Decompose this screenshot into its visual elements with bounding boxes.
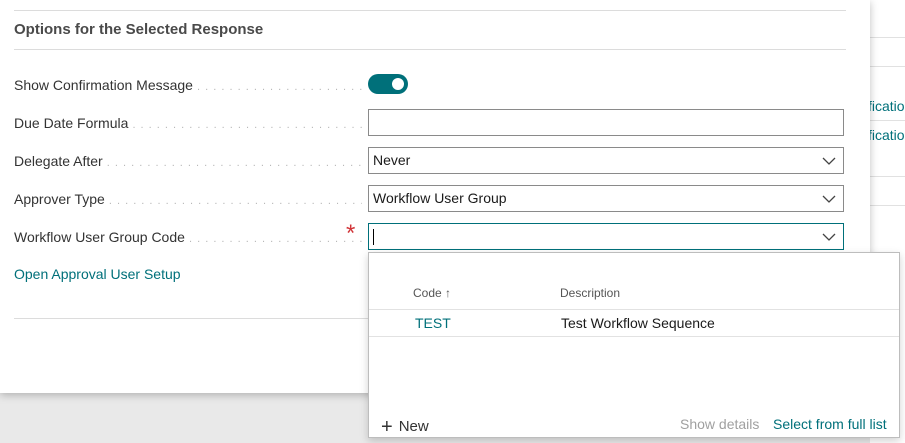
background-divider [870, 205, 905, 206]
lookup-dropdown: Code ↑ Description TEST Test Workflow Se… [368, 252, 900, 438]
toggle-knob [392, 78, 404, 90]
approver-type-select[interactable]: Workflow User Group [368, 185, 844, 212]
divider [14, 49, 846, 50]
new-button[interactable]: + New [381, 416, 429, 439]
required-asterisk: * [346, 220, 356, 247]
show-confirmation-label: Show Confirmation Message [14, 77, 362, 97]
row-description: Test Workflow Sequence [561, 315, 715, 331]
delegate-after-label: Delegate After [14, 153, 362, 173]
open-approval-user-setup-link[interactable]: Open Approval User Setup [14, 266, 181, 282]
select-from-full-list-button[interactable]: Select from full list [773, 416, 887, 432]
background-divider [870, 176, 905, 177]
plus-icon: + [381, 416, 393, 438]
chevron-down-icon[interactable] [821, 229, 837, 245]
due-date-formula-input[interactable] [368, 109, 844, 136]
background-link[interactable]: fication [868, 98, 905, 114]
divider [14, 10, 846, 11]
text-caret [373, 229, 374, 245]
due-date-formula-label: Due Date Formula [14, 115, 362, 135]
row-separator [369, 336, 899, 337]
row-separator [369, 309, 899, 310]
workflow-user-group-code-input[interactable] [368, 223, 844, 250]
delegate-after-select[interactable]: Never [368, 147, 844, 174]
new-label: New [398, 418, 429, 435]
row-code[interactable]: TEST [415, 315, 451, 331]
background-divider [870, 66, 905, 67]
chevron-down-icon[interactable] [821, 153, 837, 169]
background-divider [870, 37, 905, 38]
divider [14, 318, 368, 319]
approver-type-label: Approver Type [14, 191, 362, 211]
background-link[interactable]: fication [868, 127, 905, 143]
background-divider [870, 120, 905, 121]
show-details-button[interactable]: Show details [680, 416, 759, 432]
workflow-user-group-code-label: Workflow User Group Code [14, 229, 362, 249]
column-header-code[interactable]: Code ↑ [413, 286, 451, 300]
section-title: Options for the Selected Response [14, 21, 264, 38]
approver-type-value: Workflow User Group [373, 190, 507, 206]
show-confirmation-toggle[interactable] [368, 74, 408, 94]
chevron-down-icon[interactable] [821, 191, 837, 207]
column-header-description[interactable]: Description [560, 286, 620, 300]
delegate-after-value: Never [373, 152, 411, 168]
